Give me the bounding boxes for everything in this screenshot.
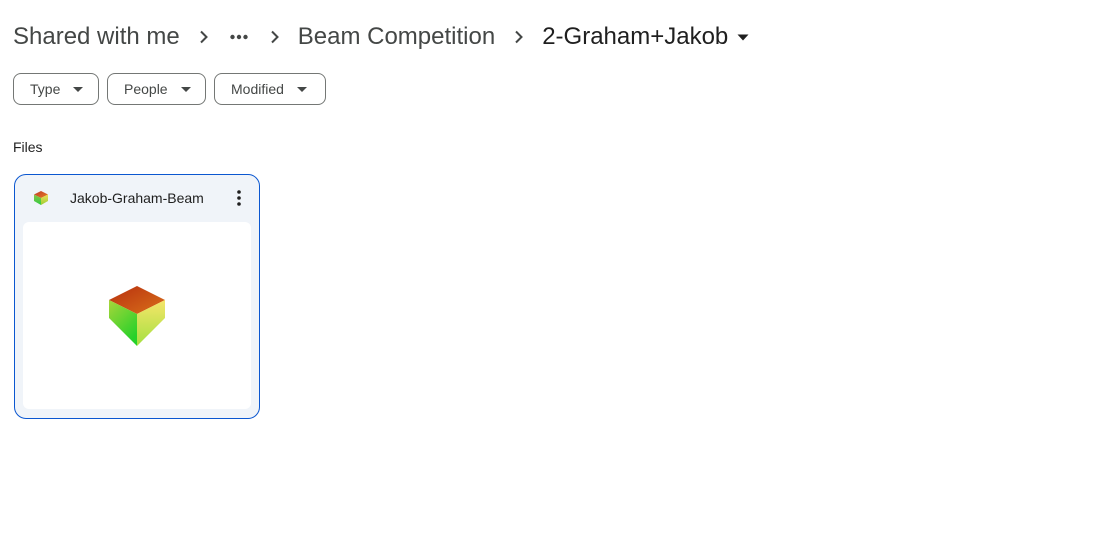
file-thumbnail bbox=[23, 222, 251, 409]
more-vert-icon[interactable] bbox=[225, 183, 253, 213]
caret-down-icon bbox=[296, 74, 307, 104]
type-filter-chip[interactable]: Type bbox=[13, 73, 99, 105]
breadcrumb: Shared with me Beam Competition 2-Graham… bbox=[13, 18, 750, 56]
chevron-right-icon bbox=[264, 18, 286, 56]
people-filter-label: People bbox=[124, 81, 168, 97]
current-folder-label: 2-Graham+Jakob bbox=[542, 23, 729, 50]
people-filter-chip[interactable]: People bbox=[107, 73, 206, 105]
file-name: Jakob-Graham-Beam bbox=[70, 190, 204, 206]
drive-folder-view: Shared with me Beam Competition 2-Graham… bbox=[0, 0, 1103, 560]
chevron-right-icon bbox=[193, 18, 215, 56]
caret-down-icon bbox=[73, 74, 84, 104]
files-section-heading: Files bbox=[13, 139, 43, 155]
breadcrumb-shared-with-me[interactable]: Shared with me bbox=[13, 18, 180, 56]
more-horiz-icon[interactable] bbox=[227, 18, 251, 56]
caret-down-icon bbox=[180, 74, 191, 104]
3d-model-icon bbox=[33, 190, 49, 206]
chevron-right-icon bbox=[508, 18, 530, 56]
breadcrumb-current-folder[interactable]: 2-Graham+Jakob bbox=[542, 18, 750, 56]
type-filter-label: Type bbox=[30, 81, 61, 97]
breadcrumb-beam-competition[interactable]: Beam Competition bbox=[298, 18, 495, 56]
file-card-header: Jakob-Graham-Beam bbox=[15, 175, 259, 221]
caret-down-icon bbox=[736, 18, 750, 56]
file-card[interactable]: Jakob-Graham-Beam bbox=[14, 174, 260, 419]
filter-chips: Type People Modified bbox=[13, 73, 326, 105]
modified-filter-chip[interactable]: Modified bbox=[214, 73, 326, 105]
modified-filter-label: Modified bbox=[231, 81, 284, 97]
3d-model-preview-icon bbox=[109, 285, 165, 346]
